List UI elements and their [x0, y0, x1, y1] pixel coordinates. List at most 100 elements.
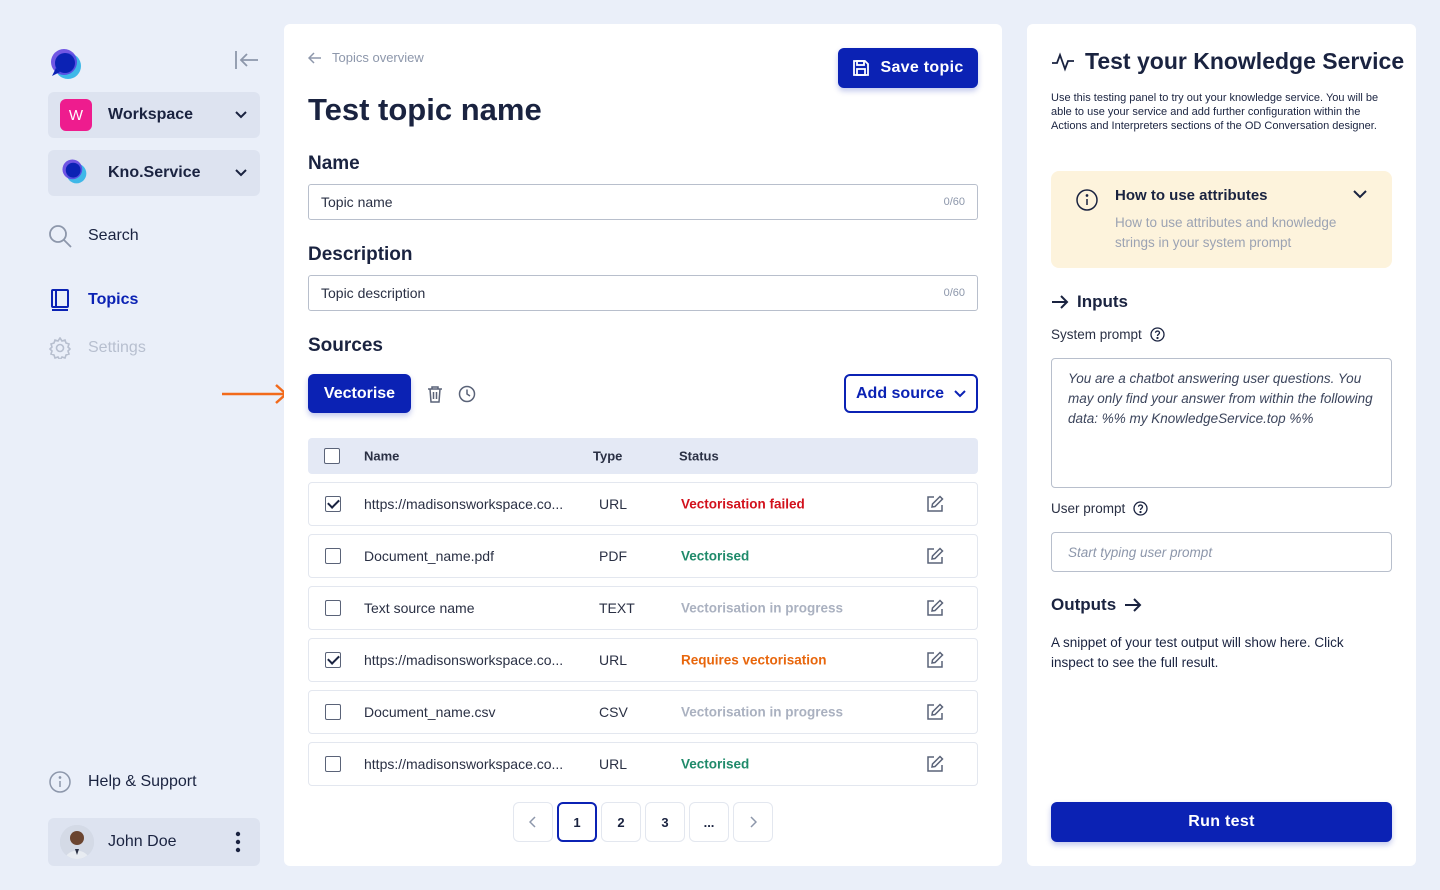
inputs-heading: Inputs — [1051, 292, 1128, 312]
table-row[interactable]: Document_name.csv CSV Vectorisation in pro… — [308, 690, 978, 734]
select-all-checkbox[interactable] — [324, 448, 340, 464]
add-source-button[interactable]: Add source — [844, 374, 978, 413]
row-checkbox[interactable] — [325, 704, 341, 720]
nav-search-label: Search — [88, 227, 139, 244]
edit-icon[interactable] — [926, 547, 944, 565]
chevron-down-icon — [235, 111, 247, 119]
edit-icon[interactable] — [926, 703, 944, 721]
chevron-left-icon — [529, 816, 536, 828]
page-title: Test topic name — [308, 92, 542, 127]
name-label: Name — [308, 153, 360, 174]
source-type: CSV — [599, 704, 628, 720]
sidebar: W Workspace Kno.Service Search Topics Se — [48, 0, 260, 890]
save-topic-label: Save topic — [880, 59, 964, 76]
table-row[interactable]: Text source name TEXT Vectorisation in pro… — [308, 586, 978, 630]
topic-name-value: Topic name — [321, 194, 393, 210]
info-circle-icon — [1076, 189, 1098, 211]
page-button-3[interactable]: 3 — [645, 802, 685, 842]
workspace-label: Workspace — [108, 106, 194, 123]
edit-icon[interactable] — [926, 495, 944, 513]
arrow-left-icon — [308, 51, 321, 64]
source-type: URL — [599, 756, 628, 772]
edit-icon[interactable] — [926, 599, 944, 617]
source-type: PDF — [599, 548, 627, 564]
service-select[interactable]: Kno.Service — [48, 150, 260, 196]
row-checkbox[interactable] — [325, 652, 341, 668]
kebab-menu-icon[interactable] — [228, 830, 248, 854]
trash-icon[interactable] — [425, 384, 445, 404]
workspace-select[interactable]: W Workspace — [48, 92, 260, 138]
column-header-type: Type — [593, 448, 623, 464]
topic-description-field[interactable]: Topic description 0/60 — [308, 275, 978, 311]
topic-name-field[interactable]: Topic name 0/60 — [308, 184, 978, 220]
char-count: 0/60 — [943, 287, 965, 299]
source-status: Vectorisation in progress — [681, 600, 844, 616]
page-button-1[interactable]: 1 — [557, 802, 597, 842]
page-button-2[interactable]: 2 — [601, 802, 641, 842]
help-circle-icon[interactable] — [1150, 327, 1165, 342]
nav-settings[interactable]: Settings — [48, 336, 146, 360]
history-icon[interactable] — [457, 384, 477, 404]
column-header-status: Status — [679, 448, 719, 464]
prev-page-button[interactable] — [513, 802, 553, 842]
test-panel-title: Test your Knowledge Service — [1051, 48, 1404, 75]
column-header-name: Name — [364, 448, 400, 464]
inputs-heading-text: Inputs — [1077, 292, 1128, 311]
source-status: Requires vectorisation — [681, 652, 827, 668]
vectorise-button[interactable]: Vectorise — [308, 374, 411, 413]
attributes-help-body: How to use attributes and knowledge stri… — [1115, 215, 1337, 250]
nav-topics[interactable]: Topics — [48, 288, 138, 312]
source-name: https://madisonsworkspace.co... — [364, 652, 564, 668]
source-name: Document_name.csv — [364, 704, 496, 720]
next-page-button[interactable] — [733, 802, 773, 842]
row-checkbox[interactable] — [325, 756, 341, 772]
user-prompt-label-text: User prompt — [1051, 501, 1126, 516]
run-test-button[interactable]: Run test — [1051, 802, 1392, 842]
info-circle-icon — [48, 770, 72, 794]
outputs-description: A snippet of your test output will show … — [1051, 635, 1344, 670]
breadcrumb-label: Topics overview — [332, 50, 424, 65]
collapse-sidebar-icon[interactable] — [232, 46, 262, 74]
nav-help[interactable]: Help & Support — [48, 770, 197, 794]
save-topic-button[interactable]: Save topic — [838, 48, 978, 88]
user-prompt-input[interactable]: Start typing user prompt — [1051, 532, 1392, 572]
table-row[interactable]: https://madisonsworkspace.co... URL Requir… — [308, 638, 978, 682]
app-logo-icon — [48, 46, 82, 80]
service-label: Kno.Service — [108, 164, 201, 181]
outputs-heading: Outputs — [1051, 595, 1142, 615]
source-name: https://madisonsworkspace.co... — [364, 496, 564, 512]
description-label: Description — [308, 244, 413, 265]
row-checkbox[interactable] — [325, 600, 341, 616]
system-prompt-label-text: System prompt — [1051, 327, 1142, 342]
table-row[interactable]: Document_name.pdf PDF Vectorised — [308, 534, 978, 578]
gear-icon — [48, 336, 72, 360]
chevron-right-icon — [750, 816, 757, 828]
sources-table-header: Name Type Status — [308, 438, 978, 474]
system-prompt-textarea[interactable]: You are a chatbot answering user questio… — [1051, 358, 1392, 488]
nav-search[interactable]: Search — [48, 224, 139, 248]
source-name: Document_name.pdf — [364, 548, 494, 564]
avatar — [60, 825, 94, 859]
edit-icon[interactable] — [926, 755, 944, 773]
arrow-right-icon — [1125, 598, 1142, 612]
nav-topics-label: Topics — [88, 291, 139, 308]
help-circle-icon[interactable] — [1133, 501, 1148, 516]
user-card[interactable]: John Doe — [48, 818, 260, 866]
row-checkbox[interactable] — [325, 496, 341, 512]
source-type: URL — [599, 496, 628, 512]
save-icon — [853, 60, 870, 76]
source-type: TEXT — [599, 600, 635, 616]
table-row[interactable]: https://madisonsworkspace.co... URL Vector… — [308, 482, 978, 526]
table-row[interactable]: https://madisonsworkspace.co... URL Vector… — [308, 742, 978, 786]
system-prompt-label: System prompt — [1051, 327, 1165, 342]
page-button-ellipsis[interactable]: ... — [689, 802, 729, 842]
edit-icon[interactable] — [926, 651, 944, 669]
outputs-heading-text: Outputs — [1051, 595, 1117, 614]
source-status: Vectorisation failed — [681, 496, 805, 512]
attributes-help-accordion[interactable]: How to use attributes How to use attribu… — [1051, 171, 1392, 268]
breadcrumb[interactable]: Topics overview — [308, 50, 424, 65]
user-name: John Doe — [108, 833, 177, 850]
row-checkbox[interactable] — [325, 548, 341, 564]
user-prompt-label: User prompt — [1051, 501, 1148, 516]
test-panel: Test your Knowledge Service Use this tes… — [1027, 24, 1416, 866]
